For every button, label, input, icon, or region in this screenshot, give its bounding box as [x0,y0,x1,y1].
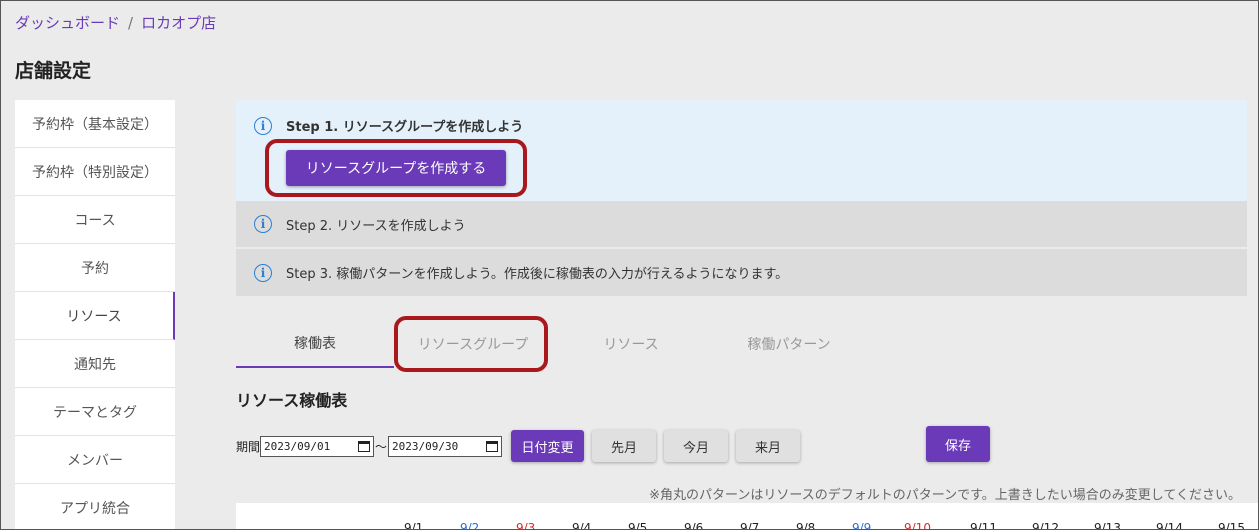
sidebar-item-courses[interactable]: コース [15,196,175,244]
date-header: 9/5 [628,521,648,530]
sidebar-item-reservation-slots-basic[interactable]: 予約枠（基本設定） [15,100,175,148]
sidebar-item-app-integration[interactable]: アプリ統合 [15,484,175,530]
tab-resource-groups[interactable]: リソースグループ [394,320,552,368]
change-date-button[interactable]: 日付変更 [511,430,585,462]
date-header: 9/8 [796,521,816,530]
info-icon: i [254,263,272,282]
date-header: 9/2 [460,521,480,530]
sidebar-item-reservations[interactable]: 予約 [15,244,175,292]
tab-schedule[interactable]: 稼働表 [236,320,394,368]
sidebar-item-themes-tags[interactable]: テーマとタグ [15,388,175,436]
sidebar-item-resources[interactable]: リソース [15,292,175,340]
sidebar: 予約枠（基本設定） 予約枠（特別設定） コース 予約 リソース 通知先 テーマと… [15,100,175,530]
page-title: 店舗設定 [15,60,92,82]
tab-work-patterns[interactable]: 稼働パターン [710,320,868,368]
date-header: 9/15 [1218,521,1245,530]
date-header: 9/4 [572,521,592,530]
sidebar-item-members[interactable]: メンバー [15,436,175,484]
date-header: 9/12 [1032,521,1059,530]
calendar-icon[interactable] [486,440,499,452]
date-header: 9/14 [1156,521,1183,530]
info-icon: i [254,117,272,135]
date-header: 9/7 [740,521,760,530]
date-header: 9/9 [852,521,872,530]
step1-text: Step 1. リソースグループを作成しよう [286,120,524,135]
period-tilde: 〜 [375,439,388,454]
date-header: 9/10 [904,521,931,530]
this-month-button[interactable]: 今月 [664,430,729,462]
date-header: 9/1 [404,521,424,530]
step3-banner: i Step 3. 稼働パターンを作成しよう。作成後に稼働表の入力が行えるように… [236,249,1247,296]
start-date-value: 2023/09/01 [264,439,331,453]
save-button[interactable]: 保存 [926,426,990,462]
date-header: 9/11 [970,521,997,530]
sidebar-item-notifications[interactable]: 通知先 [15,340,175,388]
date-header: 9/6 [684,521,704,530]
info-icon: i [254,215,272,233]
breadcrumb-home-link[interactable]: ダッシュボード [15,12,120,33]
end-date-input[interactable]: 2023/09/30 [388,435,503,457]
date-header: 9/3 [516,521,536,530]
end-date-value: 2023/09/30 [392,439,459,453]
step2-text: Step 2. リソースを作成しよう [286,218,466,234]
section-title: リソース稼働表 [236,391,348,410]
calendar-icon[interactable] [358,440,371,452]
breadcrumb: ダッシュボード / ロカオプ店 [15,12,216,33]
tab-resources[interactable]: リソース [552,320,710,368]
breadcrumb-current-link[interactable]: ロカオプ店 [141,12,216,33]
step2-banner: i Step 2. リソースを作成しよう [236,201,1247,247]
sidebar-item-reservation-slots-special[interactable]: 予約枠（特別設定） [15,148,175,196]
next-month-button[interactable]: 来月 [736,430,801,462]
start-date-input[interactable]: 2023/09/01 [260,435,375,457]
note-text: ※角丸のパターンはリソースのデフォルトのパターンです。上書きしたい場合のみ変更し… [649,488,1241,503]
previous-month-button[interactable]: 先月 [592,430,657,462]
step3-text: Step 3. 稼働パターンを作成しよう。作成後に稼働表の入力が行えるようになり… [286,267,789,282]
schedule-table: 9/1 9/2 9/3 9/4 9/5 9/6 9/7 9/8 9/9 9/10… [236,503,1259,530]
period-controls: 期間 2023/09/01 〜 2023/09/30 日付変更 先月 今月 来月 [236,430,801,462]
tab-bar: 稼働表 リソースグループ リソース 稼働パターン [236,320,868,368]
date-header: 9/13 [1094,521,1121,530]
period-label: 期間 [236,439,261,454]
breadcrumb-separator: / [128,13,134,32]
create-resource-group-button[interactable]: リソースグループを作成する [286,150,506,186]
